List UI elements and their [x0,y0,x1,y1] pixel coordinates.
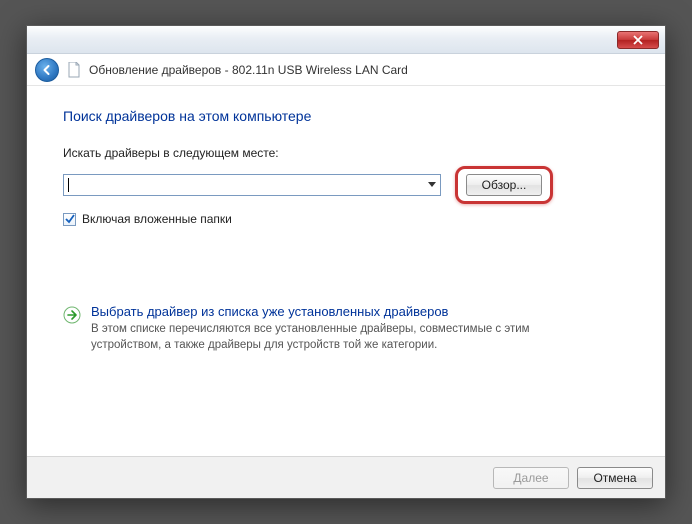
path-dropdown-button[interactable] [422,175,440,195]
path-input[interactable] [64,175,422,195]
browse-highlight: Обзор... [455,166,553,204]
path-row: Обзор... [63,166,629,204]
window-title: Обновление драйверов - 802.11n USB Wirel… [89,63,408,77]
pick-from-list-option[interactable]: Выбрать драйвер из списка уже установлен… [63,304,629,353]
arrow-left-icon [41,64,53,76]
option-text: Выбрать драйвер из списка уже установлен… [91,304,591,353]
next-button: Далее [493,467,569,489]
path-label: Искать драйверы в следующем месте: [63,146,629,160]
page-icon [67,62,81,78]
checkmark-icon [65,214,75,224]
cancel-button[interactable]: Отмена [577,467,653,489]
wizard-window: Обновление драйверов - 802.11n USB Wirel… [26,25,666,499]
arrow-right-icon [63,306,81,324]
include-subfolders-label: Включая вложенные папки [82,212,232,226]
include-subfolders-row: Включая вложенные папки [63,212,629,226]
path-combo[interactable] [63,174,441,196]
footer: Далее Отмена [27,456,665,498]
close-icon [633,35,643,45]
option-description: В этом списке перечисляются все установл… [91,322,591,353]
content-area: Поиск драйверов на этом компьютере Искат… [27,86,665,456]
option-title: Выбрать драйвер из списка уже установлен… [91,304,591,319]
chevron-down-icon [428,182,436,188]
header-bar: Обновление драйверов - 802.11n USB Wirel… [27,54,665,86]
close-button[interactable] [617,31,659,49]
page-heading: Поиск драйверов на этом компьютере [63,108,629,124]
text-caret [68,178,69,192]
include-subfolders-checkbox[interactable] [63,213,76,226]
browse-button[interactable]: Обзор... [466,174,542,196]
back-button[interactable] [35,58,59,82]
titlebar [27,26,665,54]
